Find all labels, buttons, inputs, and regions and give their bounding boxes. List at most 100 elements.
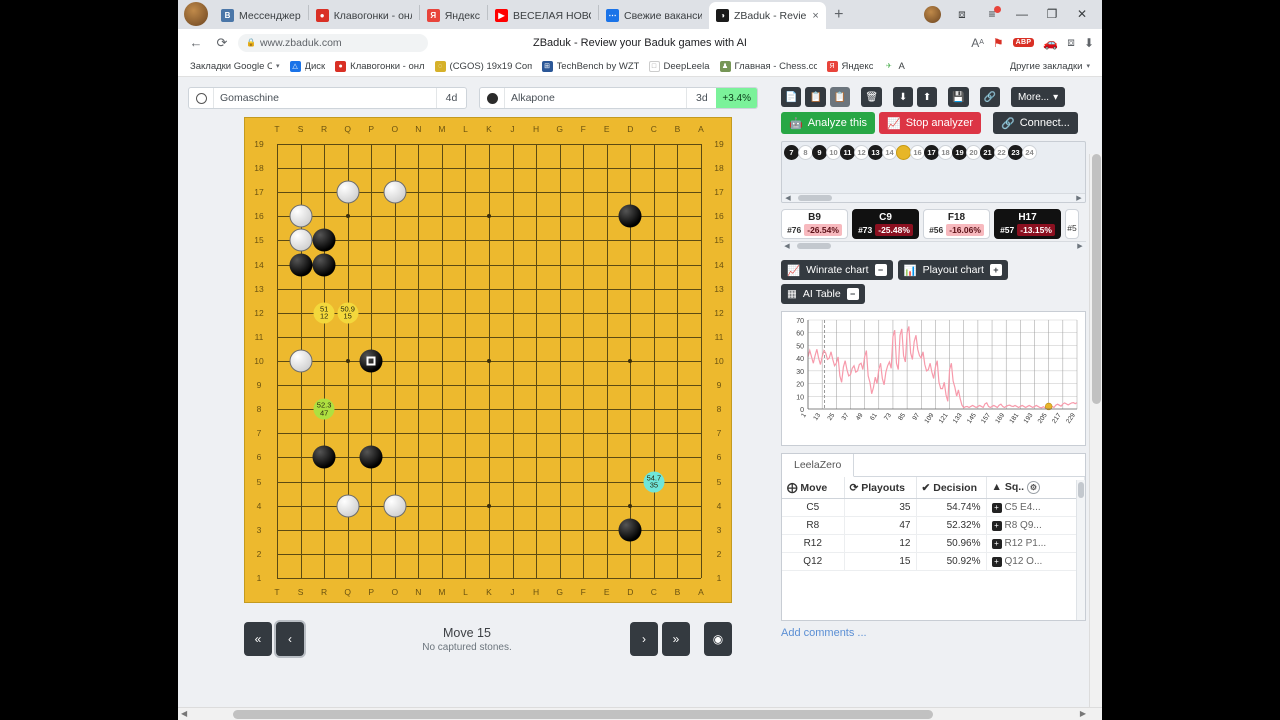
move-stone[interactable]: 12 bbox=[854, 145, 869, 160]
expand-icon[interactable]: + bbox=[991, 521, 1002, 531]
stone-white[interactable] bbox=[383, 180, 407, 204]
winrate-chart-toggle[interactable]: 📈 Winrate chart − bbox=[781, 260, 893, 280]
move-stone[interactable]: 20 bbox=[966, 145, 981, 160]
ai-table-toggle[interactable]: ▦ AI Table − bbox=[781, 284, 865, 304]
more-button[interactable]: More... ▾ bbox=[1010, 87, 1066, 107]
move-stone[interactable]: 21 bbox=[980, 145, 995, 160]
move-stone[interactable]: 15 bbox=[896, 145, 911, 160]
move-list[interactable]: 7 8 9 10 11 12 13 14 15 16 17 18 19 20 21 22 23 24 ◀ ▶ bbox=[781, 141, 1086, 203]
stone-black[interactable] bbox=[359, 445, 383, 469]
stop-analyzer-button[interactable]: 📈 Stop analyzer bbox=[879, 112, 981, 134]
next-move-button[interactable]: › bbox=[630, 622, 658, 656]
player-black[interactable]: Alkapone 3d +3.4% bbox=[479, 87, 758, 109]
link-button[interactable]: 🔗 bbox=[979, 87, 1000, 107]
upload-button[interactable]: ⬆ bbox=[917, 87, 938, 107]
table-row[interactable]: R12 12 50.96% + R12 P1... bbox=[782, 534, 1085, 553]
scroll-right-arrow[interactable]: ▶ bbox=[1074, 242, 1086, 250]
move-stone[interactable]: 18 bbox=[938, 145, 953, 160]
save-button[interactable]: 💾 bbox=[948, 87, 969, 107]
puzzle-icon[interactable]: ⧈ bbox=[1067, 35, 1075, 50]
close-window-button[interactable]: ✕ bbox=[1068, 3, 1096, 25]
bookmark-klavogonki[interactable]: ● Клавогонки - онл bbox=[330, 59, 429, 74]
scroll-left-arrow[interactable]: ◀ bbox=[782, 194, 794, 202]
table-row[interactable]: C5 35 54.74% + C5 E4... bbox=[782, 498, 1085, 517]
bookmark-google-chrome[interactable]: Закладки Google Chro ▾ bbox=[185, 59, 285, 74]
tab-zbaduk[interactable]: ◑ ZBaduk - Revie × bbox=[709, 2, 826, 29]
header-sequence[interactable]: ▲ Sq.. ⚙ bbox=[986, 477, 1085, 499]
tab-klavogonki[interactable]: ● Клавогонки - онл bbox=[309, 2, 419, 29]
stone-white[interactable] bbox=[383, 494, 407, 518]
move-stone[interactable]: 19 bbox=[952, 145, 967, 160]
move-stone[interactable]: 11 bbox=[840, 145, 855, 160]
stone-black[interactable] bbox=[312, 445, 336, 469]
move-stone[interactable]: 9 bbox=[812, 145, 827, 160]
first-move-button[interactable]: « bbox=[244, 622, 272, 656]
new-file-button[interactable]: 📄 bbox=[781, 87, 802, 107]
account-avatar[interactable] bbox=[918, 3, 946, 25]
player-white[interactable]: Gomaschine 4d bbox=[188, 87, 467, 109]
analyze-button[interactable]: 🤖 Analyze this bbox=[781, 112, 876, 134]
move-stone[interactable]: 16 bbox=[910, 145, 925, 160]
page-horizontal-scrollbar[interactable]: ◀ ▶ bbox=[178, 707, 1102, 720]
stone-white[interactable] bbox=[289, 204, 313, 228]
tab-vacancies[interactable]: ⋯ Свежие ваканси bbox=[599, 2, 709, 29]
download-button[interactable]: ⬇ bbox=[893, 87, 914, 107]
move-stone[interactable]: 24 bbox=[1022, 145, 1037, 160]
back-icon[interactable]: ← bbox=[186, 33, 206, 53]
stone-white[interactable] bbox=[336, 494, 360, 518]
new-tab-button[interactable]: + bbox=[826, 2, 852, 28]
address-bar[interactable]: 🔒 www.zbaduk.com bbox=[238, 33, 428, 52]
abp-badge[interactable]: ABP bbox=[1012, 38, 1035, 47]
bookmark-cgos[interactable]: ◌ (CGOS) 19x19 Com bbox=[430, 59, 537, 74]
move-stone[interactable]: 17 bbox=[924, 145, 939, 160]
stone-black[interactable] bbox=[312, 228, 336, 252]
expand-icon[interactable]: + bbox=[991, 503, 1002, 513]
winrate-chart[interactable]: 0 10 20 30 40 50 60 70 1 13 25 37 49 61 73 85 97 109 121 13… bbox=[781, 311, 1086, 446]
table-row[interactable]: R8 47 52.32% + R8 Q9... bbox=[782, 516, 1085, 535]
collections-icon[interactable]: ⧈ bbox=[948, 3, 976, 25]
move-stone[interactable]: 8 bbox=[798, 145, 813, 160]
ai-suggestion[interactable]: 50.9 15 bbox=[337, 302, 359, 324]
scroll-thumb[interactable] bbox=[1078, 482, 1084, 498]
go-board[interactable]: T T S S R R Q Q P P O O N N M M L L K K J J H H G G F F E E D D C C B B A A 19… bbox=[244, 117, 732, 603]
stone-black[interactable] bbox=[312, 253, 336, 277]
expand-icon[interactable]: + bbox=[991, 557, 1002, 567]
stone-white[interactable] bbox=[289, 349, 313, 373]
bookmark-a[interactable]: ✈ A bbox=[878, 59, 909, 74]
table-row[interactable]: Q12 15 50.92% + Q12 O... bbox=[782, 552, 1085, 571]
expand-icon[interactable]: + bbox=[991, 539, 1002, 549]
minimize-button[interactable]: — bbox=[1008, 3, 1036, 25]
stone-white[interactable] bbox=[289, 228, 313, 252]
expand-icon[interactable]: + bbox=[989, 264, 1002, 276]
duplicate-file-button[interactable]: 📋 bbox=[829, 87, 851, 107]
tab-messenger[interactable]: B Мессенджер bbox=[214, 2, 308, 29]
blunder-card[interactable]: H17 #57 -13.15% bbox=[994, 209, 1061, 239]
blunder-card[interactable]: #5 bbox=[1065, 209, 1079, 239]
move-stone[interactable]: 22 bbox=[994, 145, 1009, 160]
ai-suggestion[interactable]: 54.7 35 bbox=[643, 471, 665, 493]
stone-black[interactable] bbox=[289, 253, 313, 277]
bookmark-yandex[interactable]: Я Яндекс bbox=[822, 59, 879, 74]
eye-toggle-button[interactable]: ◉ bbox=[704, 622, 732, 656]
close-icon[interactable]: × bbox=[812, 10, 818, 22]
translate-icon[interactable]: AА bbox=[971, 36, 984, 50]
collapse-icon[interactable]: − bbox=[874, 264, 887, 276]
copy-file-button[interactable]: 📋 bbox=[805, 87, 826, 107]
last-move-button[interactable]: » bbox=[662, 622, 690, 656]
header-playouts[interactable]: ⟳ Playouts bbox=[844, 477, 917, 499]
download-icon[interactable]: ⬇ bbox=[1084, 36, 1094, 50]
page-vertical-scrollbar[interactable] bbox=[1089, 154, 1102, 707]
menu-icon[interactable]: ≡ bbox=[978, 3, 1006, 25]
move-stone[interactable]: 10 bbox=[826, 145, 841, 160]
move-stone[interactable]: 14 bbox=[882, 145, 897, 160]
reload-icon[interactable]: ⟳ bbox=[212, 33, 232, 53]
blunder-card[interactable]: F18 #56 -16.06% bbox=[923, 209, 990, 239]
add-comments-link[interactable]: Add comments ... bbox=[781, 627, 1086, 639]
bookmark-techbench[interactable]: ⊞ TechBench by WZT bbox=[537, 59, 644, 74]
tab-yandex[interactable]: Я Яндекс bbox=[420, 2, 487, 29]
scroll-right-arrow[interactable]: ▶ bbox=[1073, 194, 1085, 202]
playout-chart-toggle[interactable]: 📊 Playout chart + bbox=[897, 260, 1008, 280]
other-bookmarks[interactable]: Другие закладки ▾ bbox=[1005, 59, 1095, 74]
bookmark-disk[interactable]: △ Диск bbox=[285, 59, 331, 74]
blunder-card[interactable]: C9 #73 -25.48% bbox=[852, 209, 919, 239]
